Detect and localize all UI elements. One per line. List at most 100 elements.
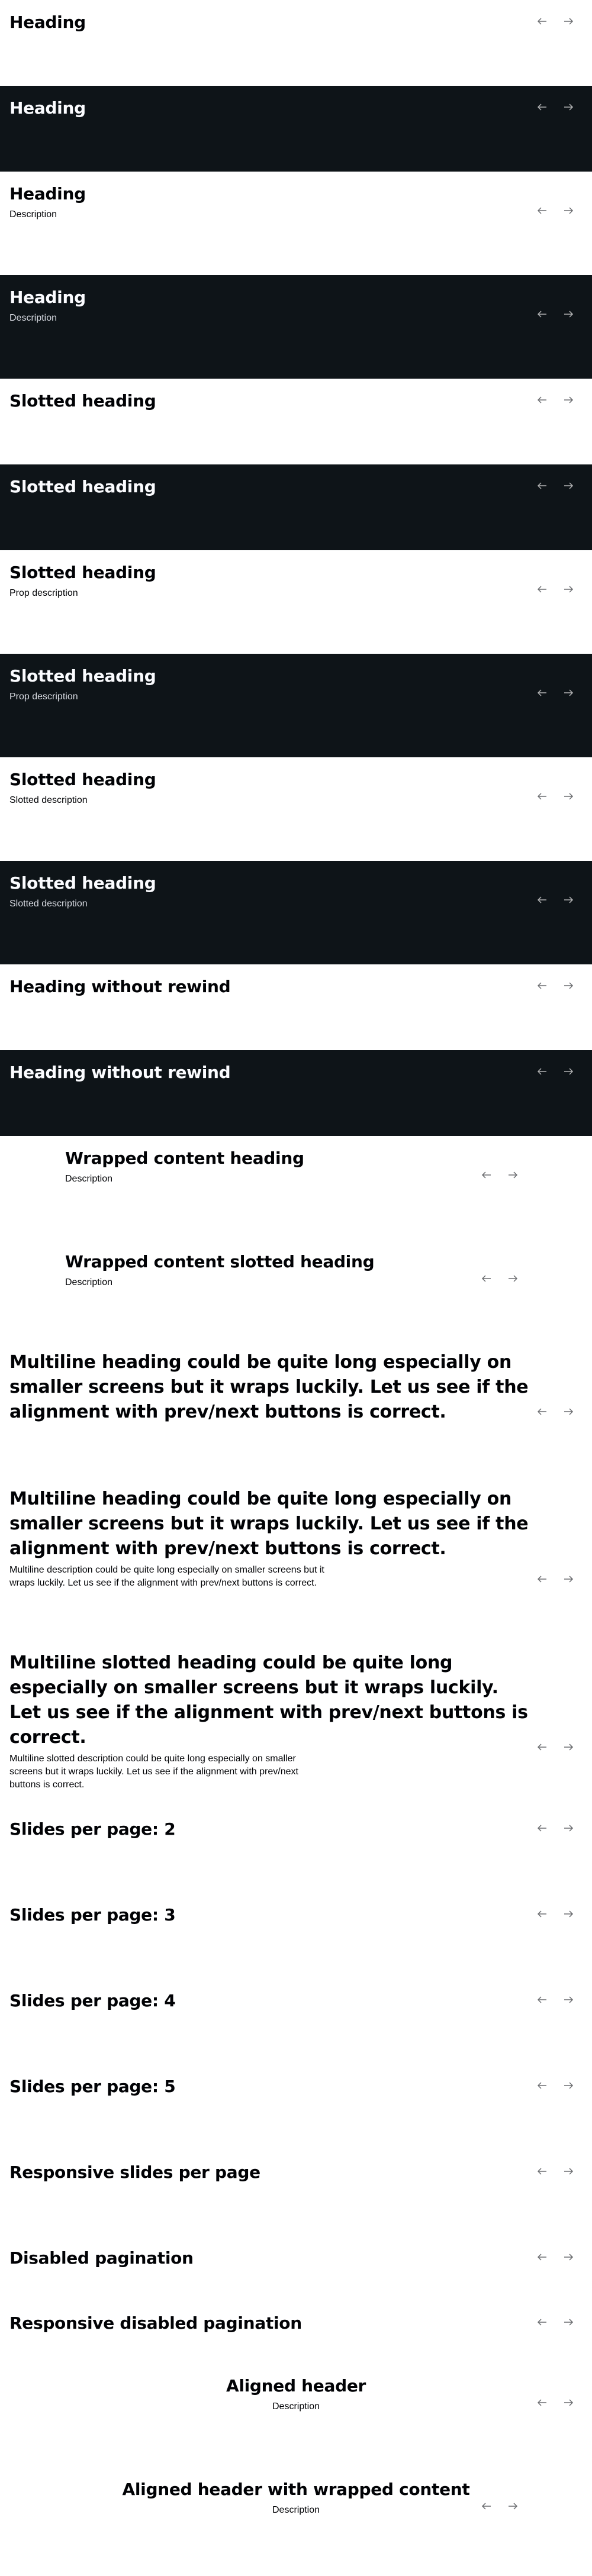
arrow-left-icon (537, 482, 546, 489)
carousel-nav (534, 1820, 577, 1836)
carousel-nav (534, 392, 577, 408)
carousel-nav (478, 1270, 521, 1287)
next-button[interactable] (560, 1403, 577, 1420)
arrow-right-icon (564, 2254, 574, 2261)
carousel-header: Responsive disabled pagination (9, 2312, 530, 2335)
arrow-right-icon (564, 2168, 574, 2175)
carousel-slides-per-page-5: Slides per page: 5 (0, 2062, 592, 2148)
prev-button[interactable] (534, 202, 551, 219)
carousel-heading-title: Aligned header (226, 2376, 366, 2396)
next-button[interactable] (560, 202, 577, 219)
prev-button[interactable] (534, 2394, 551, 2411)
carousel-header: Heading (9, 11, 530, 34)
arrow-left-icon (537, 982, 546, 989)
next-button[interactable] (560, 477, 577, 494)
arrow-left-icon (537, 793, 546, 800)
next-button[interactable] (560, 685, 577, 701)
carousel-header: Heading Description (9, 182, 530, 221)
arrow-right-icon (564, 2399, 574, 2406)
carousel-wrapped-content-slotted: Wrapped content slotted heading Descript… (0, 1239, 592, 1343)
next-button[interactable] (560, 13, 577, 30)
prev-button[interactable] (534, 1403, 551, 1420)
prev-button[interactable] (534, 788, 551, 805)
arrow-right-icon (564, 1068, 574, 1075)
prev-button[interactable] (478, 1167, 495, 1183)
carousel-heading-title: Slides per page: 5 (9, 2077, 176, 2096)
next-button[interactable] (560, 1820, 577, 1836)
next-button[interactable] (560, 2314, 577, 2330)
arrow-left-icon (537, 896, 546, 903)
prev-button[interactable] (534, 392, 551, 408)
next-button[interactable] (560, 1906, 577, 1922)
carousel-nav (534, 1571, 577, 1587)
carousel-header: Disabled pagination (9, 2246, 530, 2270)
next-button[interactable] (504, 1270, 521, 1287)
next-button[interactable] (560, 581, 577, 598)
prev-button[interactable] (534, 2163, 551, 2180)
next-button[interactable] (560, 392, 577, 408)
arrow-left-icon (537, 1576, 546, 1583)
arrow-right-icon (564, 1744, 574, 1751)
prev-button[interactable] (534, 977, 551, 994)
arrow-right-icon (564, 1408, 574, 1415)
prev-button[interactable] (534, 1906, 551, 1922)
prev-button[interactable] (534, 477, 551, 494)
carousel-header: Heading Description (9, 286, 530, 325)
prev-button[interactable] (534, 1063, 551, 1080)
carousel-header: Slides per page: 3 (9, 1903, 530, 1927)
arrow-right-icon (564, 396, 574, 403)
carousel-header: Heading without rewind (9, 975, 530, 999)
next-button[interactable] (560, 1063, 577, 1080)
carousel-header: Slotted heading Prop description (9, 664, 530, 703)
prev-button[interactable] (534, 685, 551, 701)
next-button[interactable] (560, 788, 577, 805)
next-button[interactable] (560, 99, 577, 115)
carousel-multiline-heading-description: Multiline heading could be quite long es… (0, 1476, 592, 1645)
prev-button[interactable] (534, 1820, 551, 1836)
prev-button[interactable] (534, 1739, 551, 1755)
next-button[interactable] (560, 1571, 577, 1587)
carousel-heading-title: Multiline heading could be quite long es… (9, 1352, 529, 1422)
next-button[interactable] (560, 1739, 577, 1755)
prev-button[interactable] (478, 1270, 495, 1287)
prev-button[interactable] (534, 1571, 551, 1587)
next-button[interactable] (560, 892, 577, 908)
prev-button[interactable] (534, 2077, 551, 2094)
prev-button[interactable] (534, 1991, 551, 2008)
carousel-heading-title: Heading (9, 288, 86, 307)
next-button[interactable] (560, 977, 577, 994)
next-button[interactable] (560, 306, 577, 322)
carousel-header: Slotted heading (9, 389, 530, 413)
prev-button[interactable] (478, 2498, 495, 2514)
carousel-heading-title: Responsive disabled pagination (9, 2313, 302, 2333)
carousel-slotted-heading-prop-description: Slotted heading Prop description (0, 550, 592, 654)
prev-button[interactable] (534, 581, 551, 598)
next-button[interactable] (560, 2163, 577, 2180)
next-button[interactable] (560, 2077, 577, 2094)
prev-button[interactable] (534, 892, 551, 908)
carousel-nav (534, 2394, 577, 2411)
prev-button[interactable] (534, 2314, 551, 2330)
prev-button[interactable] (534, 2249, 551, 2265)
next-button[interactable] (560, 2394, 577, 2411)
carousel-heading-title: Slotted heading (9, 873, 156, 893)
next-button[interactable] (504, 1167, 521, 1183)
carousel-aligned-header-wrapped-content: Aligned header with wrapped content Desc… (0, 2467, 592, 2576)
arrow-left-icon (537, 2082, 546, 2089)
prev-button[interactable] (534, 13, 551, 30)
carousel-responsive-disabled-pagination: Responsive disabled pagination (0, 2299, 592, 2364)
carousel-heading-title: Multiline slotted heading could be quite… (9, 1652, 528, 1748)
arrow-right-icon (564, 18, 574, 25)
prev-button[interactable] (534, 99, 551, 115)
next-button[interactable] (560, 1991, 577, 2008)
carousel-header: Responsive slides per page (9, 2161, 530, 2184)
carousel-nav (534, 477, 577, 494)
arrow-left-icon (537, 311, 546, 318)
carousel-description: Description (65, 1277, 113, 1287)
carousel-nav (534, 2077, 577, 2094)
next-button[interactable] (560, 2249, 577, 2265)
arrow-left-icon (537, 586, 546, 593)
carousel-slides-per-page-2: Slides per page: 2 (0, 1805, 592, 1890)
prev-button[interactable] (534, 306, 551, 322)
next-button[interactable] (504, 2498, 521, 2514)
